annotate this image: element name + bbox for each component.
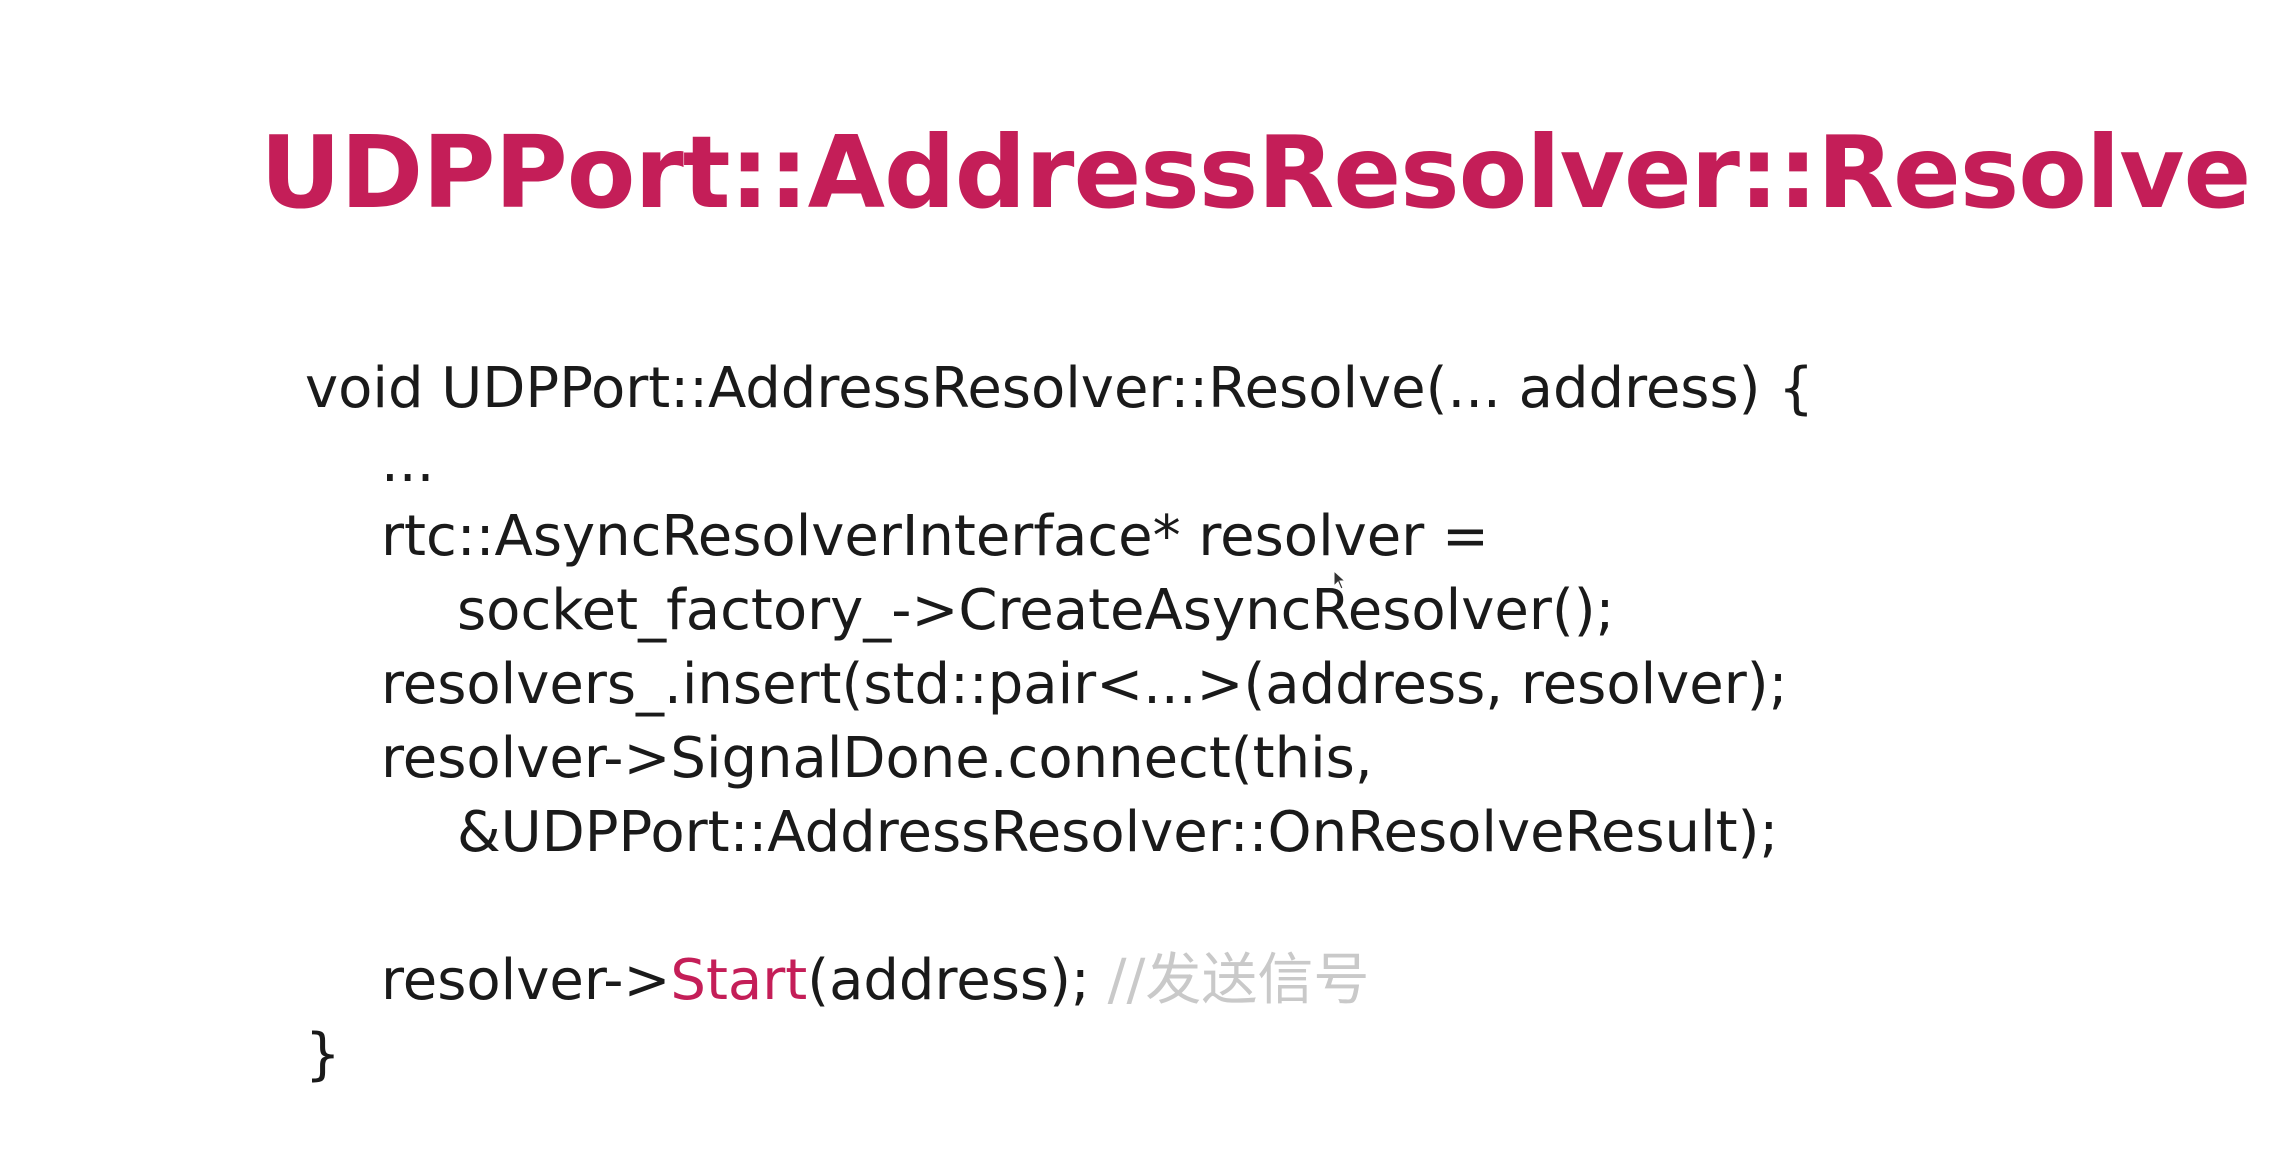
code-line-connect: resolver->SignalDone.connect(this, bbox=[381, 726, 1373, 791]
code-comment: //发送信号 bbox=[1089, 948, 1370, 1013]
slide: UDPPort::AddressResolver::Resolve void U… bbox=[0, 0, 2270, 1158]
code-line-signature: void UDPPort::AddressResolver::Resolve(.… bbox=[305, 356, 1814, 421]
code-start-method: Start bbox=[670, 948, 808, 1013]
code-line-callback: &UDPPort::AddressResolver::OnResolveResu… bbox=[457, 800, 1779, 865]
code-start-args: (address); bbox=[807, 948, 1090, 1013]
code-line-create-resolver: socket_factory_->CreateAsyncResolver(); bbox=[457, 578, 1615, 643]
code-start-prefix: resolver-> bbox=[381, 948, 671, 1013]
code-block: void UDPPort::AddressResolver::Resolve(.… bbox=[305, 352, 1814, 1092]
code-line-closing-brace: } bbox=[305, 1022, 341, 1087]
slide-title: UDPPort::AddressResolver::Resolve bbox=[260, 114, 2251, 231]
code-line-start: resolver->Start(address); //发送信号 bbox=[305, 944, 1814, 1018]
code-line-insert: resolvers_.insert(std::pair<...>(address… bbox=[381, 652, 1788, 717]
code-line-ellipsis: ... bbox=[381, 430, 435, 495]
mouse-pointer-icon bbox=[1333, 570, 1347, 590]
code-line-resolver-decl: rtc::AsyncResolverInterface* resolver = bbox=[381, 504, 1489, 569]
